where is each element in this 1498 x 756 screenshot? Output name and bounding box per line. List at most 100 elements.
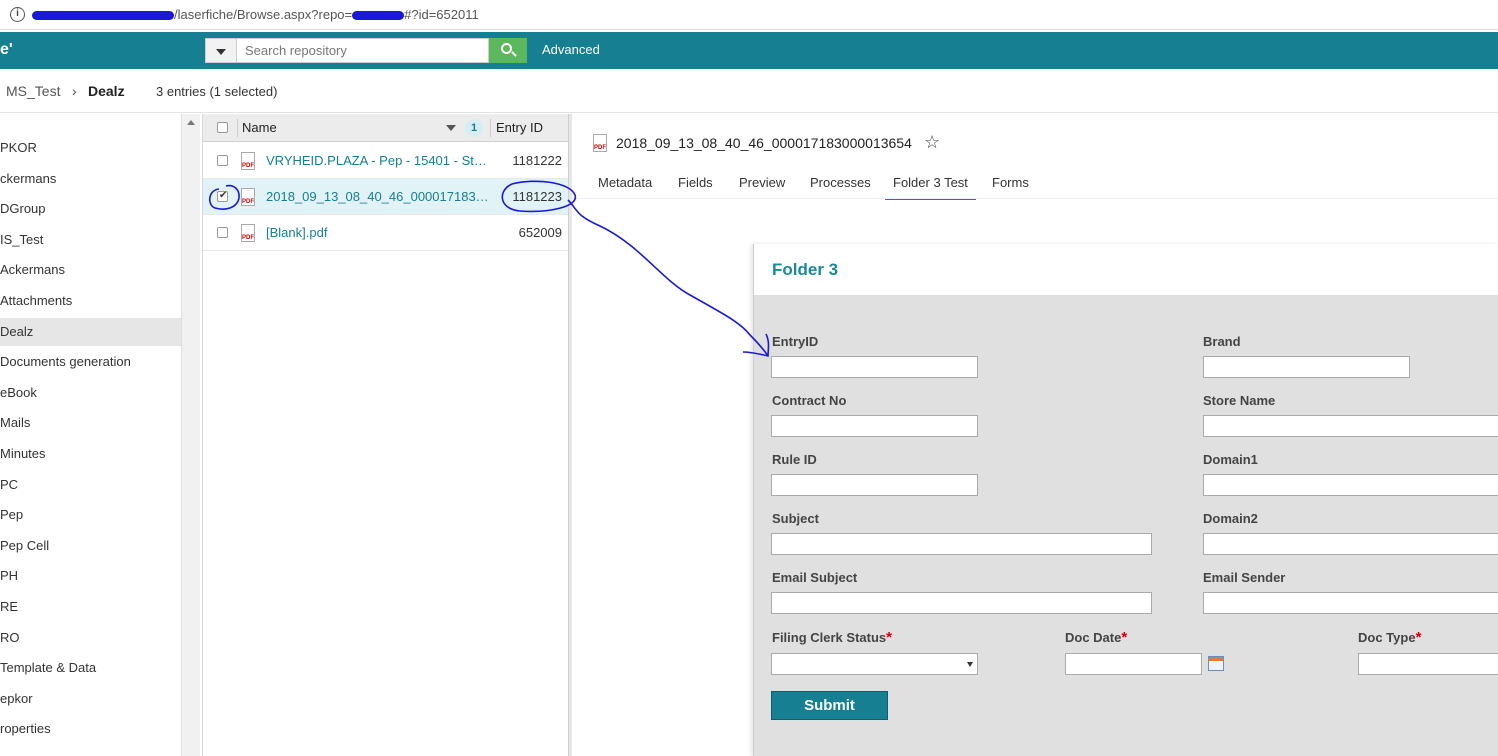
tree-item[interactable]: PH bbox=[0, 562, 181, 590]
sort-desc-icon[interactable] bbox=[446, 125, 456, 131]
row-checkbox[interactable] bbox=[217, 155, 228, 166]
tree-item[interactable]: RE bbox=[0, 593, 181, 621]
breadcrumb-separator: › bbox=[72, 83, 77, 99]
tree-item[interactable]: Template & Data bbox=[0, 654, 181, 682]
row-name[interactable]: 2018_09_13_08_40_46_000017183000013654 bbox=[266, 189, 490, 204]
label-text: Doc Date bbox=[1065, 630, 1122, 645]
tree-item[interactable]: PC bbox=[0, 471, 181, 499]
tree-item[interactable]: roperties bbox=[0, 715, 181, 743]
app-header: e' Advanced bbox=[0, 32, 1498, 69]
tree-item[interactable]: epkor bbox=[0, 685, 181, 713]
label-doc-type: Doc Type* bbox=[1358, 629, 1421, 646]
app-logo[interactable]: e' bbox=[0, 41, 13, 59]
pane-splitter[interactable] bbox=[568, 114, 572, 756]
entry-count: 3 entries (1 selected) bbox=[156, 84, 278, 99]
tab-metadata[interactable]: Metadata bbox=[598, 175, 652, 198]
brand-field[interactable] bbox=[1203, 356, 1410, 378]
pdf-icon: PDF bbox=[241, 224, 255, 242]
tab-fields[interactable]: Fields bbox=[678, 175, 713, 198]
list-header: Name 1 Entry ID bbox=[203, 114, 569, 142]
doc-date-field[interactable] bbox=[1065, 653, 1202, 675]
tree-item[interactable]: Pep bbox=[0, 501, 181, 529]
tree-scrollbar[interactable] bbox=[181, 114, 200, 756]
filing-clerk-status-select[interactable] bbox=[771, 653, 978, 675]
entry-id-field[interactable] bbox=[771, 356, 978, 378]
label-contract-no: Contract No bbox=[772, 393, 847, 408]
tree-item[interactable]: RO bbox=[0, 624, 181, 652]
label-text: Filing Clerk Status bbox=[772, 630, 887, 645]
label-domain2: Domain2 bbox=[1203, 511, 1258, 526]
row-entry-id: 1181222 bbox=[512, 153, 562, 168]
search-scope-dropdown[interactable] bbox=[205, 38, 237, 63]
label-text: Doc Type bbox=[1358, 630, 1416, 645]
tree-item[interactable]: Mails bbox=[0, 409, 181, 437]
submit-button[interactable]: Submit bbox=[771, 691, 888, 720]
doc-type-field[interactable] bbox=[1358, 653, 1498, 675]
tree-item[interactable]: ckermans bbox=[0, 165, 181, 193]
label-filing-clerk-status: Filing Clerk Status* bbox=[772, 629, 892, 646]
tab-forms[interactable]: Forms bbox=[992, 175, 1029, 198]
select-all-checkbox[interactable] bbox=[217, 122, 228, 133]
document-title: 2018_09_13_08_40_46_000017183000013654 bbox=[616, 135, 912, 151]
tree-item[interactable]: Attachments bbox=[0, 287, 181, 315]
info-icon[interactable]: i bbox=[10, 7, 25, 22]
column-header-name[interactable]: Name bbox=[242, 120, 277, 135]
pdf-icon: PDF bbox=[241, 188, 255, 206]
tree-item[interactable]: Pep Cell bbox=[0, 532, 181, 560]
contract-no-field[interactable] bbox=[771, 415, 978, 437]
tree-item[interactable]: Minutes bbox=[0, 440, 181, 468]
label-email-subject: Email Subject bbox=[772, 570, 858, 585]
search-button[interactable] bbox=[489, 38, 527, 63]
tab-preview[interactable]: Preview bbox=[739, 175, 785, 198]
tree-item[interactable]: IS_Test bbox=[0, 226, 181, 254]
column-header-entry-id[interactable]: Entry ID bbox=[496, 120, 543, 135]
entry-list: Name 1 Entry ID PDF VRYHEID.PLAZA - Pep -… bbox=[202, 114, 569, 756]
calendar-icon-header bbox=[1209, 657, 1223, 661]
row-name[interactable]: VRYHEID.PLAZA - Pep - 15401 - Statement.… bbox=[266, 153, 490, 168]
label-doc-date: Doc Date* bbox=[1065, 629, 1127, 646]
row-name[interactable]: [Blank].pdf bbox=[266, 225, 490, 240]
label-domain1: Domain1 bbox=[1203, 452, 1258, 467]
calendar-icon[interactable] bbox=[1208, 656, 1224, 671]
tree-item[interactable]: Dealz bbox=[0, 317, 181, 346]
advanced-search-link[interactable]: Advanced bbox=[542, 42, 600, 57]
star-icon[interactable]: ☆ bbox=[924, 132, 940, 153]
table-row[interactable]: PDF VRYHEID.PLAZA - Pep - 15401 - Stateme… bbox=[203, 143, 569, 179]
rule-id-field[interactable] bbox=[771, 474, 978, 496]
caret-down-icon bbox=[216, 49, 226, 55]
tree-item[interactable]: Documents generation bbox=[0, 348, 181, 376]
tab-folder-3-test[interactable]: Folder 3 Test bbox=[885, 175, 976, 200]
store-name-field[interactable] bbox=[1203, 415, 1498, 437]
row-checkbox[interactable]: ✔ bbox=[217, 190, 228, 202]
label-subject: Subject bbox=[772, 511, 819, 526]
row-entry-id: 1181223 bbox=[512, 189, 562, 204]
email-subject-field[interactable] bbox=[771, 592, 1152, 614]
domain1-field[interactable] bbox=[1203, 474, 1498, 496]
domain2-field[interactable] bbox=[1203, 533, 1498, 555]
tab-processes[interactable]: Processes bbox=[810, 175, 871, 198]
browser-address-bar[interactable]: i /laserfiche/Browse.aspx?repo= #?id=6520… bbox=[0, 0, 1498, 30]
label-email-sender: Email Sender bbox=[1203, 570, 1286, 585]
tree-item[interactable]: DGroup bbox=[0, 195, 181, 223]
breadcrumb-parent[interactable]: MS_Test bbox=[6, 83, 60, 99]
form-title: Folder 3 bbox=[772, 260, 839, 279]
email-sender-field[interactable] bbox=[1203, 592, 1498, 614]
row-checkbox[interactable] bbox=[217, 227, 228, 238]
tree-item[interactable]: PKOR bbox=[0, 134, 181, 162]
table-row[interactable]: ✔ PDF 2018_09_13_08_40_46_0000171830000136… bbox=[203, 179, 569, 215]
column-divider bbox=[237, 119, 238, 137]
scroll-up-icon[interactable] bbox=[187, 120, 195, 125]
search-input[interactable] bbox=[237, 38, 489, 63]
form-header: Folder 3 bbox=[754, 244, 1498, 295]
check-icon: ✔ bbox=[219, 190, 228, 201]
required-asterisk: * bbox=[886, 629, 892, 646]
label-store-name: Store Name bbox=[1203, 393, 1276, 408]
tree-item[interactable]: Ackermans bbox=[0, 256, 181, 284]
required-asterisk: * bbox=[1415, 629, 1422, 646]
subject-field[interactable] bbox=[771, 533, 1152, 555]
table-row[interactable]: PDF [Blank].pdf 652009 bbox=[203, 215, 569, 251]
url-hash: #?id=652011 bbox=[404, 7, 479, 22]
redaction-scribble bbox=[32, 11, 174, 21]
redaction-scribble bbox=[352, 11, 405, 21]
tree-item[interactable]: eBook bbox=[0, 379, 181, 407]
